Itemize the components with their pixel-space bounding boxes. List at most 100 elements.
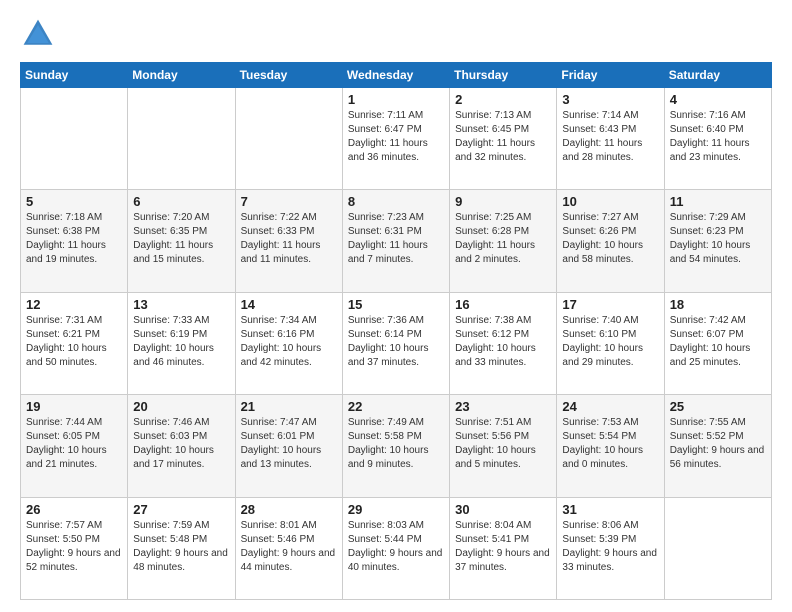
day-info: Sunrise: 7:31 AMSunset: 6:21 PMDaylight:… (26, 315, 107, 368)
day-info: Sunrise: 7:46 AMSunset: 6:03 PMDaylight:… (133, 417, 214, 470)
calendar-cell: 29 Sunrise: 8:03 AMSunset: 5:44 PMDaylig… (342, 497, 449, 599)
calendar-cell (235, 88, 342, 190)
day-number: 14 (241, 297, 337, 312)
day-info: Sunrise: 8:06 AMSunset: 5:39 PMDaylight:… (562, 520, 657, 573)
day-info: Sunrise: 7:33 AMSunset: 6:19 PMDaylight:… (133, 315, 214, 368)
calendar-cell: 9 Sunrise: 7:25 AMSunset: 6:28 PMDayligh… (450, 190, 557, 292)
weekday-header-tuesday: Tuesday (235, 63, 342, 88)
day-number: 31 (562, 502, 658, 517)
calendar-week-row: 1 Sunrise: 7:11 AMSunset: 6:47 PMDayligh… (21, 88, 772, 190)
day-number: 17 (562, 297, 658, 312)
day-number: 25 (670, 399, 766, 414)
weekday-header-row: SundayMondayTuesdayWednesdayThursdayFrid… (21, 63, 772, 88)
calendar-cell: 23 Sunrise: 7:51 AMSunset: 5:56 PMDaylig… (450, 395, 557, 497)
logo-icon (20, 16, 56, 52)
calendar-cell: 8 Sunrise: 7:23 AMSunset: 6:31 PMDayligh… (342, 190, 449, 292)
day-info: Sunrise: 7:47 AMSunset: 6:01 PMDaylight:… (241, 417, 322, 470)
calendar-cell: 30 Sunrise: 8:04 AMSunset: 5:41 PMDaylig… (450, 497, 557, 599)
weekday-header-saturday: Saturday (664, 63, 771, 88)
day-info: Sunrise: 7:51 AMSunset: 5:56 PMDaylight:… (455, 417, 536, 470)
day-info: Sunrise: 7:36 AMSunset: 6:14 PMDaylight:… (348, 315, 429, 368)
calendar-cell: 5 Sunrise: 7:18 AMSunset: 6:38 PMDayligh… (21, 190, 128, 292)
day-info: Sunrise: 7:59 AMSunset: 5:48 PMDaylight:… (133, 520, 228, 573)
day-number: 28 (241, 502, 337, 517)
weekday-header-wednesday: Wednesday (342, 63, 449, 88)
calendar-week-row: 26 Sunrise: 7:57 AMSunset: 5:50 PMDaylig… (21, 497, 772, 599)
day-number: 30 (455, 502, 551, 517)
day-number: 3 (562, 92, 658, 107)
calendar-cell: 7 Sunrise: 7:22 AMSunset: 6:33 PMDayligh… (235, 190, 342, 292)
day-number: 5 (26, 194, 122, 209)
calendar-cell: 26 Sunrise: 7:57 AMSunset: 5:50 PMDaylig… (21, 497, 128, 599)
day-info: Sunrise: 7:25 AMSunset: 6:28 PMDaylight:… (455, 212, 535, 265)
calendar-cell: 27 Sunrise: 7:59 AMSunset: 5:48 PMDaylig… (128, 497, 235, 599)
logo (20, 16, 60, 52)
day-info: Sunrise: 7:14 AMSunset: 6:43 PMDaylight:… (562, 110, 642, 163)
calendar-table: SundayMondayTuesdayWednesdayThursdayFrid… (20, 62, 772, 600)
day-info: Sunrise: 7:40 AMSunset: 6:10 PMDaylight:… (562, 315, 643, 368)
day-info: Sunrise: 7:18 AMSunset: 6:38 PMDaylight:… (26, 212, 106, 265)
calendar-cell: 15 Sunrise: 7:36 AMSunset: 6:14 PMDaylig… (342, 292, 449, 394)
day-number: 23 (455, 399, 551, 414)
calendar-cell: 3 Sunrise: 7:14 AMSunset: 6:43 PMDayligh… (557, 88, 664, 190)
day-info: Sunrise: 7:11 AMSunset: 6:47 PMDaylight:… (348, 110, 428, 163)
calendar-cell (128, 88, 235, 190)
day-info: Sunrise: 7:44 AMSunset: 6:05 PMDaylight:… (26, 417, 107, 470)
calendar-cell: 19 Sunrise: 7:44 AMSunset: 6:05 PMDaylig… (21, 395, 128, 497)
day-info: Sunrise: 7:49 AMSunset: 5:58 PMDaylight:… (348, 417, 429, 470)
calendar-cell: 4 Sunrise: 7:16 AMSunset: 6:40 PMDayligh… (664, 88, 771, 190)
calendar-week-row: 5 Sunrise: 7:18 AMSunset: 6:38 PMDayligh… (21, 190, 772, 292)
day-number: 20 (133, 399, 229, 414)
calendar-week-row: 12 Sunrise: 7:31 AMSunset: 6:21 PMDaylig… (21, 292, 772, 394)
calendar-cell: 25 Sunrise: 7:55 AMSunset: 5:52 PMDaylig… (664, 395, 771, 497)
day-number: 4 (670, 92, 766, 107)
day-info: Sunrise: 7:53 AMSunset: 5:54 PMDaylight:… (562, 417, 643, 470)
day-number: 22 (348, 399, 444, 414)
day-number: 29 (348, 502, 444, 517)
day-number: 10 (562, 194, 658, 209)
day-info: Sunrise: 7:13 AMSunset: 6:45 PMDaylight:… (455, 110, 535, 163)
day-number: 2 (455, 92, 551, 107)
calendar-cell: 14 Sunrise: 7:34 AMSunset: 6:16 PMDaylig… (235, 292, 342, 394)
calendar-cell: 1 Sunrise: 7:11 AMSunset: 6:47 PMDayligh… (342, 88, 449, 190)
day-info: Sunrise: 7:42 AMSunset: 6:07 PMDaylight:… (670, 315, 751, 368)
calendar-cell: 24 Sunrise: 7:53 AMSunset: 5:54 PMDaylig… (557, 395, 664, 497)
day-info: Sunrise: 7:16 AMSunset: 6:40 PMDaylight:… (670, 110, 750, 163)
calendar-cell: 16 Sunrise: 7:38 AMSunset: 6:12 PMDaylig… (450, 292, 557, 394)
day-number: 8 (348, 194, 444, 209)
day-info: Sunrise: 7:20 AMSunset: 6:35 PMDaylight:… (133, 212, 213, 265)
day-info: Sunrise: 7:55 AMSunset: 5:52 PMDaylight:… (670, 417, 765, 470)
page-header (20, 16, 772, 52)
calendar-cell: 20 Sunrise: 7:46 AMSunset: 6:03 PMDaylig… (128, 395, 235, 497)
day-info: Sunrise: 7:29 AMSunset: 6:23 PMDaylight:… (670, 212, 751, 265)
day-info: Sunrise: 8:03 AMSunset: 5:44 PMDaylight:… (348, 520, 443, 573)
day-number: 18 (670, 297, 766, 312)
day-number: 19 (26, 399, 122, 414)
calendar-cell: 6 Sunrise: 7:20 AMSunset: 6:35 PMDayligh… (128, 190, 235, 292)
calendar-cell (21, 88, 128, 190)
day-number: 21 (241, 399, 337, 414)
day-number: 6 (133, 194, 229, 209)
day-number: 27 (133, 502, 229, 517)
calendar-cell: 18 Sunrise: 7:42 AMSunset: 6:07 PMDaylig… (664, 292, 771, 394)
day-number: 7 (241, 194, 337, 209)
calendar-cell: 22 Sunrise: 7:49 AMSunset: 5:58 PMDaylig… (342, 395, 449, 497)
day-number: 24 (562, 399, 658, 414)
day-info: Sunrise: 8:01 AMSunset: 5:46 PMDaylight:… (241, 520, 336, 573)
day-number: 26 (26, 502, 122, 517)
calendar-cell: 10 Sunrise: 7:27 AMSunset: 6:26 PMDaylig… (557, 190, 664, 292)
calendar-cell: 13 Sunrise: 7:33 AMSunset: 6:19 PMDaylig… (128, 292, 235, 394)
calendar-cell: 17 Sunrise: 7:40 AMSunset: 6:10 PMDaylig… (557, 292, 664, 394)
weekday-header-monday: Monday (128, 63, 235, 88)
day-info: Sunrise: 8:04 AMSunset: 5:41 PMDaylight:… (455, 520, 550, 573)
calendar-cell: 31 Sunrise: 8:06 AMSunset: 5:39 PMDaylig… (557, 497, 664, 599)
day-info: Sunrise: 7:22 AMSunset: 6:33 PMDaylight:… (241, 212, 321, 265)
day-number: 1 (348, 92, 444, 107)
calendar-cell: 2 Sunrise: 7:13 AMSunset: 6:45 PMDayligh… (450, 88, 557, 190)
day-info: Sunrise: 7:27 AMSunset: 6:26 PMDaylight:… (562, 212, 643, 265)
calendar-cell (664, 497, 771, 599)
weekday-header-friday: Friday (557, 63, 664, 88)
calendar-cell: 11 Sunrise: 7:29 AMSunset: 6:23 PMDaylig… (664, 190, 771, 292)
day-info: Sunrise: 7:34 AMSunset: 6:16 PMDaylight:… (241, 315, 322, 368)
weekday-header-thursday: Thursday (450, 63, 557, 88)
